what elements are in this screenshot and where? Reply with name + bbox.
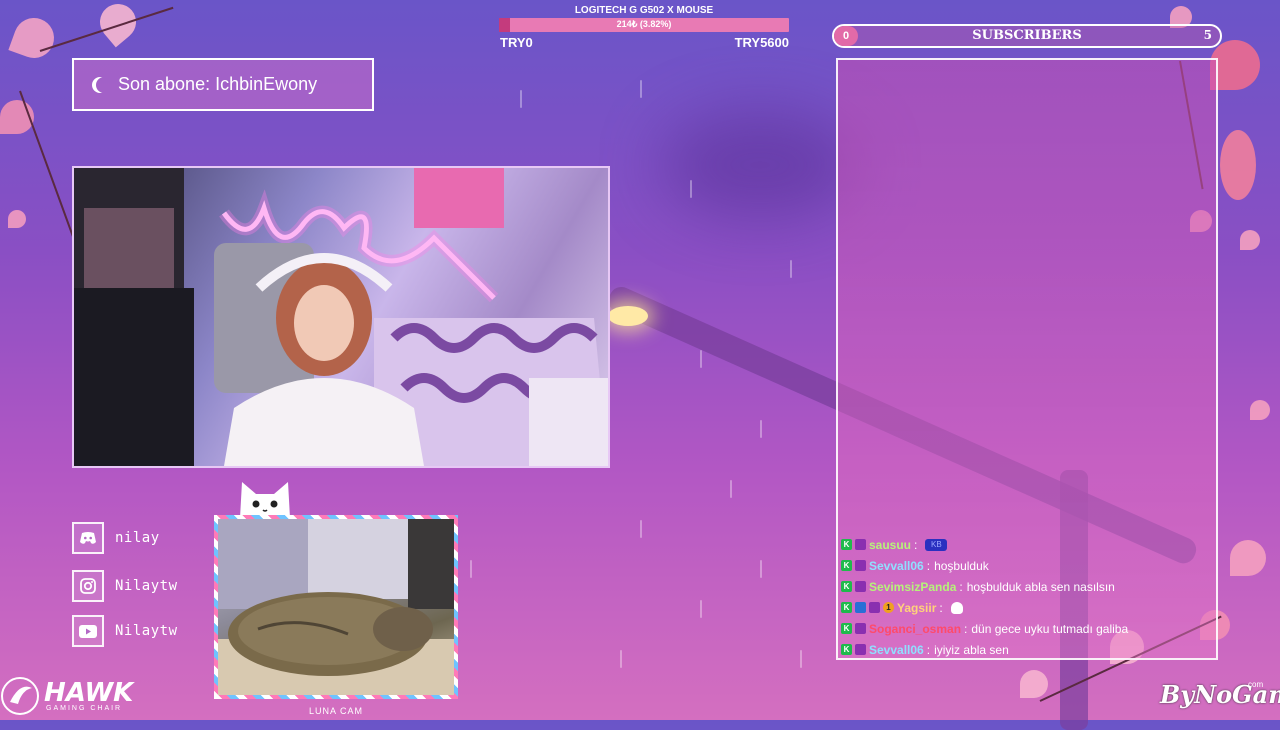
chat-separator: : — [964, 621, 968, 636]
chat-message: K 1 Yagsiir : — [841, 597, 1211, 618]
chat-text: iyiyiz abla sen — [934, 642, 1009, 657]
chat-username[interactable]: Soganci_osman — [869, 622, 961, 636]
chat-badge-sub-icon — [855, 644, 866, 655]
background-cloud — [660, 110, 860, 220]
chat-username[interactable]: Sevvall06 — [869, 559, 924, 573]
instagram-handle: Nilaytw — [115, 578, 178, 594]
chat-username[interactable]: Sevvall06 — [869, 643, 924, 657]
chat-username[interactable]: Yagsiir — [897, 601, 936, 615]
youtube-handle: Nilaytw — [115, 623, 178, 639]
donation-max-label: TRY5600 — [734, 35, 789, 50]
chat-badge-k-icon: K — [841, 560, 852, 571]
donation-progress-bar: 214₺ (3.82%) — [499, 18, 789, 32]
chat-badge-mod-icon — [855, 602, 866, 613]
background-lamp-light — [608, 306, 648, 326]
cat-webcam — [214, 515, 458, 699]
chat-message: K SevimsizPanda : hoşbulduk abla sen nasıl… — [841, 576, 1211, 597]
webcam-scene — [74, 168, 608, 466]
chat-message: K Sevvall06 : hoşbulduk — [841, 555, 1211, 576]
chat-username[interactable]: sausuu — [869, 538, 911, 552]
hawk-name: HAWK — [44, 677, 134, 708]
chat-badge-sub-icon — [869, 602, 880, 613]
chat-text: dün gece uyku tutmadı galiba — [971, 621, 1129, 636]
chat-badge-sub-icon — [855, 623, 866, 634]
discord-handle: nilay — [115, 530, 160, 546]
chat-message: K Soganci_osman: dün gece uyku tutmadı gal… — [841, 618, 1211, 639]
subscriber-goal-target: 5 — [1203, 28, 1212, 42]
chat-username[interactable]: SevimsizPanda — [869, 580, 956, 594]
chat-badge-sub-icon — [855, 581, 866, 592]
chat-separator: : — [926, 642, 931, 657]
social-youtube[interactable]: Nilaytw — [72, 615, 178, 647]
cat-cam-scene — [218, 519, 454, 695]
ghost-emote-icon — [950, 601, 963, 614]
chat-text: hoşbulduk — [934, 558, 989, 573]
chat-badge-k-icon: K — [841, 644, 852, 655]
chat-separator: : — [926, 558, 931, 573]
chat-message: K Sevvall06 : iyiyiz abla sen — [841, 639, 1211, 660]
chat-badge-vip-icon: 1 — [883, 602, 894, 613]
chat-badge-k-icon: K — [841, 581, 852, 592]
chat-separator: : — [939, 600, 943, 615]
chat-badge-sub-icon — [855, 560, 866, 571]
bynogame-logo-suffix: com — [1248, 680, 1264, 689]
chat-badge-k-icon: K — [841, 623, 852, 634]
donation-goal-title: LOGITECH G G502 X MOUSE — [574, 5, 714, 16]
latest-subscriber-text: Son abone: IchbinEwony — [118, 74, 318, 94]
donation-min-label: TRY0 — [500, 35, 533, 50]
chat-messages: Ksausuu : KB K Sevvall06 : hoşbulduk K Sevimsi… — [841, 534, 1211, 660]
hawk-icon — [1, 677, 39, 715]
chat-badge-k-icon: K — [841, 539, 852, 550]
cat-cam-label: LUNA CAM — [308, 706, 363, 716]
subscriber-goal-label: SUBSCRIBERS — [972, 28, 1082, 43]
hawk-logo: HAWK GAMING CHAIR — [0, 676, 133, 716]
instagram-icon — [72, 570, 104, 602]
chat-separator: : — [914, 537, 918, 552]
moon-icon — [96, 77, 112, 93]
social-discord[interactable]: nilay — [72, 522, 160, 554]
subscriber-goal-bar: 0 SUBSCRIBERS 5 — [832, 24, 1222, 48]
chat-emote-icon: KB — [925, 538, 948, 551]
donation-progress-text: 214₺ (3.82%) — [616, 19, 672, 29]
discord-icon — [72, 522, 104, 554]
youtube-icon — [72, 615, 104, 647]
streamer-webcam — [72, 166, 610, 468]
chat-text: hoşbulduk abla sen nasılsın — [966, 579, 1115, 594]
cat-ears-decoration — [240, 482, 290, 518]
chat-message: Ksausuu : KB — [841, 534, 1211, 555]
chat-badge-sub-icon — [855, 539, 866, 550]
chat-separator: : — [959, 579, 963, 594]
latest-subscriber-box: Son abone: IchbinEwony — [72, 58, 374, 111]
social-instagram[interactable]: Nilaytw — [72, 570, 178, 602]
hawk-tagline: GAMING CHAIR — [46, 704, 123, 712]
chat-badge-k-icon: K — [841, 602, 852, 613]
